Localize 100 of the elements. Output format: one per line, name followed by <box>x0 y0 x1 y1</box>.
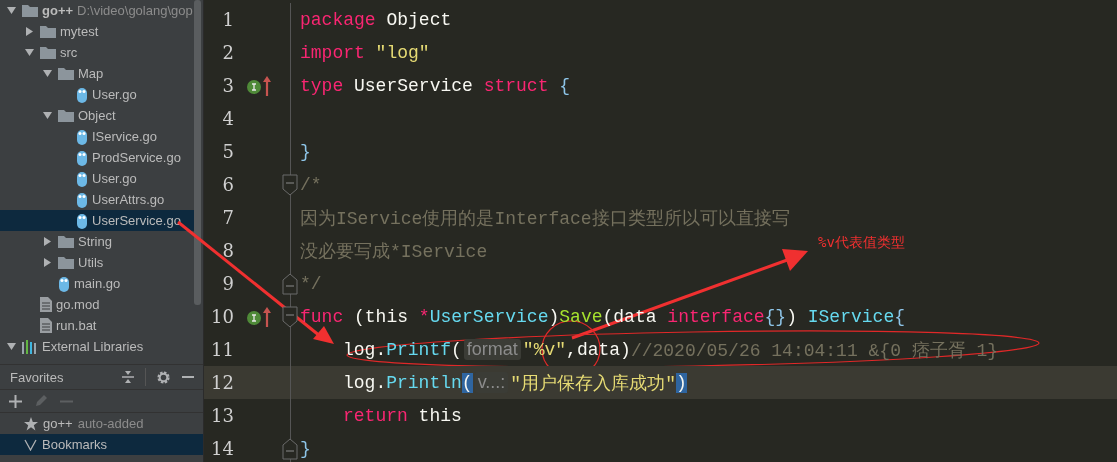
line-number: 5 <box>221 141 234 162</box>
expand-arrow-icon[interactable] <box>42 258 52 267</box>
pencil-icon <box>34 394 48 408</box>
code-comment: 因为IService使用的是Interface接口类型所以可以直接写 <box>300 207 790 230</box>
panel-title: Favorites <box>10 369 64 385</box>
line-number: 7 <box>221 207 234 228</box>
parameter-hint: format <box>463 339 521 360</box>
folder-icon <box>40 46 56 59</box>
brace: { <box>558 75 571 96</box>
tree-item[interactable]: Map <box>0 63 194 84</box>
line-number: 3 <box>221 75 234 96</box>
fold-marker-icon[interactable] <box>282 436 298 461</box>
collapse-arrow-icon[interactable] <box>42 111 52 120</box>
go-file-icon <box>76 191 88 208</box>
tree-item[interactable]: External Libraries <box>0 336 194 357</box>
brace: } <box>300 438 311 459</box>
folder-icon <box>58 256 74 269</box>
string-literal: "用户保存入库成功" <box>510 372 676 395</box>
tree-item[interactable]: mytest <box>0 21 194 42</box>
tree-item[interactable]: UserService.go <box>0 210 194 231</box>
line-number: 2 <box>221 42 234 63</box>
expand-arrow-icon[interactable] <box>24 27 34 36</box>
code-comment: */ <box>300 273 322 294</box>
keyword: return <box>343 405 408 426</box>
code-comment: /* <box>300 174 322 195</box>
folder-icon <box>58 67 74 80</box>
library-icon <box>22 339 38 354</box>
matched-bracket: ) <box>675 372 687 393</box>
tree-item[interactable]: src <box>0 42 194 63</box>
collapse-arrow-icon[interactable] <box>42 69 52 78</box>
brace: {} <box>764 306 787 327</box>
tree-item[interactable]: go.mod <box>0 294 194 315</box>
tree-item[interactable]: Object <box>0 105 194 126</box>
project-path: D:\video\golang\gop <box>77 3 193 18</box>
tree-item[interactable]: User.go <box>0 84 194 105</box>
line-number: 4 <box>221 108 234 129</box>
keyword: interface <box>667 306 765 327</box>
brace: { <box>894 306 905 327</box>
fold-marker-icon[interactable] <box>282 304 298 329</box>
tree-item[interactable]: UserAttrs.go <box>0 189 194 210</box>
file-icon <box>40 297 52 312</box>
line-number: 10 <box>210 306 234 327</box>
keyword: func <box>300 306 344 327</box>
collapse-arrow-icon[interactable] <box>24 48 34 57</box>
collapse-all-icon[interactable] <box>121 370 135 384</box>
matched-bracket: ( <box>461 372 473 393</box>
code-text: ( <box>451 339 462 360</box>
implementation-icon[interactable] <box>246 74 274 97</box>
line-number: 14 <box>210 438 234 459</box>
add-button[interactable] <box>6 392 25 410</box>
type-name: Println <box>386 372 462 393</box>
favorites-item[interactable]: Bookmarks <box>0 434 203 455</box>
code-text: (this <box>353 306 410 327</box>
implementation-icon[interactable] <box>246 305 274 328</box>
code-text: Object <box>385 9 452 30</box>
star-icon <box>24 416 38 431</box>
line-number: 8 <box>221 240 234 261</box>
line-number: 6 <box>221 174 234 195</box>
favorites-item[interactable]: go++ auto-added <box>0 413 203 434</box>
line-number: 12 <box>210 372 234 393</box>
keyword: package <box>300 9 376 30</box>
code-text: ) <box>786 306 798 327</box>
keyword: type <box>300 75 344 96</box>
keyword: import <box>300 42 365 63</box>
go-file-icon <box>76 128 88 145</box>
expand-arrow-icon[interactable] <box>42 237 52 246</box>
fold-marker-icon[interactable] <box>282 172 298 197</box>
keyword: * <box>418 306 430 327</box>
go-file-icon <box>76 86 88 103</box>
tree-item[interactable]: main.go <box>0 273 194 294</box>
settings-icon[interactable] <box>156 369 171 385</box>
tree-item[interactable]: ProdService.go <box>0 147 194 168</box>
item-note: auto-added <box>77 416 144 431</box>
type-name: UserService <box>429 306 549 327</box>
folder-icon <box>22 4 38 17</box>
collapse-arrow-icon[interactable] <box>6 342 16 351</box>
go-file-icon <box>76 212 88 229</box>
fold-marker-icon[interactable] <box>282 271 298 296</box>
chevron-icon <box>24 438 37 451</box>
tree-item[interactable]: Utils <box>0 252 194 273</box>
collapse-arrow-icon[interactable] <box>6 6 16 15</box>
tree-item[interactable]: User.go <box>0 168 194 189</box>
tree-item[interactable]: String <box>0 231 194 252</box>
scrollbar[interactable] <box>194 0 201 305</box>
line-number: 11 <box>210 339 234 360</box>
file-icon <box>40 318 52 333</box>
keyword: struct <box>483 75 549 96</box>
go-file-icon <box>76 170 88 187</box>
code-text: log. <box>343 372 387 393</box>
tree-item[interactable]: IService.go <box>0 126 194 147</box>
tree-item[interactable]: go++ D:\video\golang\gop <box>0 0 194 21</box>
string-literal: "log" <box>374 42 430 63</box>
parameter-hint: v...: <box>474 372 509 393</box>
folder-icon <box>58 109 74 122</box>
go-file-icon <box>76 149 88 166</box>
annotation-note: %v代表值类型 <box>818 234 905 252</box>
folder-icon <box>58 235 74 248</box>
code-comment: 没必要写成*IService <box>300 240 488 263</box>
tree-item[interactable]: run.bat <box>0 315 194 336</box>
brace: } <box>300 141 311 162</box>
